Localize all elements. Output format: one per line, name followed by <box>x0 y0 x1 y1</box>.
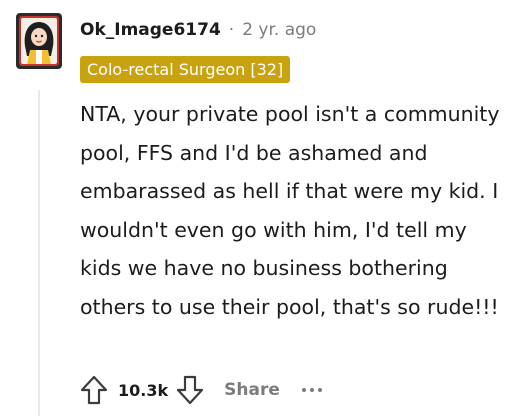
more-options-icon <box>301 388 306 392</box>
timestamp[interactable]: 2 yr. ago <box>242 20 316 40</box>
separator-dot: · <box>228 20 235 40</box>
username[interactable]: Ok_Image6174 <box>80 20 221 40</box>
avatar-image <box>16 13 62 69</box>
share-button[interactable]: Share <box>224 380 280 400</box>
avatar[interactable] <box>12 10 66 72</box>
comment-header: Ok_Image6174 · 2 yr. ago <box>80 16 316 44</box>
upvote-icon <box>80 375 108 405</box>
upvote-button[interactable] <box>78 373 110 407</box>
thread-line <box>38 90 40 416</box>
comment-body: NTA, your private pool isn't a community… <box>80 102 500 319</box>
downvote-icon <box>177 375 204 405</box>
more-options-icon-dot <box>309 388 314 392</box>
vote-score: 10.3k <box>118 380 169 400</box>
user-flair: Colo-rectal Surgeon [32] <box>80 56 291 83</box>
more-options-button[interactable] <box>301 380 322 400</box>
downvote-button[interactable] <box>174 373 206 407</box>
comment-actions: 10.3k Share <box>78 372 322 408</box>
more-options-icon-dot <box>317 388 322 392</box>
